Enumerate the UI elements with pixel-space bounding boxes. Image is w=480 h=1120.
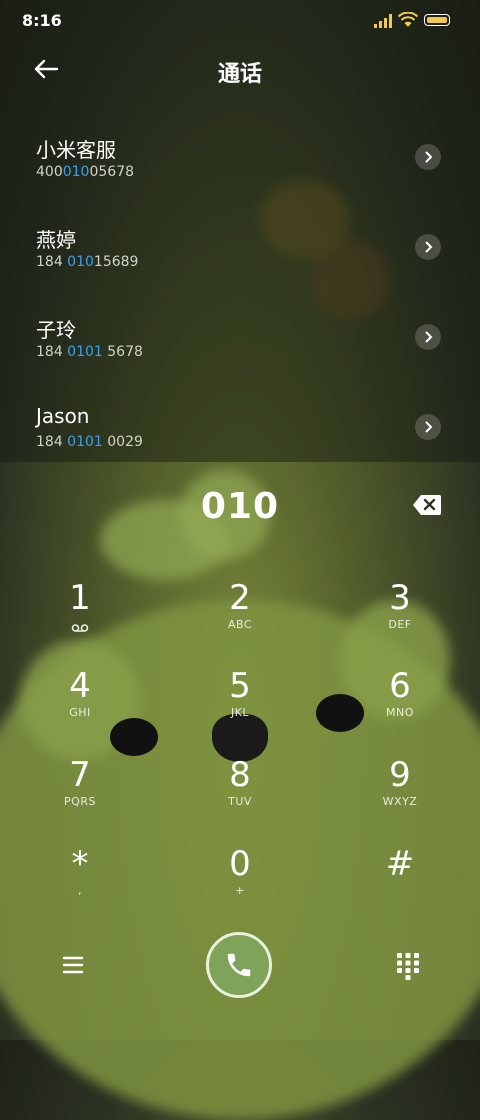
status-time: 8:16 [22, 11, 62, 30]
battery-icon [424, 14, 450, 26]
voicemail-icon [71, 624, 89, 632]
key-6[interactable]: 6 MNO [340, 666, 460, 746]
key-7[interactable]: 7 PQRS [20, 755, 140, 835]
status-bar: 8:16 [0, 0, 480, 40]
contact-item[interactable]: 小米客服 40001005678 [0, 122, 480, 202]
backspace-icon[interactable] [412, 494, 442, 516]
dial-input[interactable]: 010 [0, 486, 480, 527]
key-8[interactable]: 8 TUV [180, 755, 300, 835]
contact-item[interactable]: 子玲 184 0101 5678 [0, 302, 480, 382]
key-9[interactable]: 9 WXYZ [340, 755, 460, 835]
key-hash[interactable]: # [340, 844, 460, 924]
chevron-right-icon[interactable] [415, 324, 441, 350]
contact-item[interactable]: 燕婷 184 01015689 [0, 212, 480, 292]
key-2[interactable]: 2 ABC [180, 578, 300, 658]
key-star[interactable]: *, [20, 844, 140, 924]
contact-item[interactable]: Jason 184 0101 0029 [0, 392, 480, 472]
key-1[interactable]: 1 [20, 578, 140, 658]
key-0[interactable]: 0 + [180, 844, 300, 924]
contact-name: 小米客服 [36, 138, 116, 162]
keypad-icon[interactable] [396, 952, 420, 980]
chevron-right-icon[interactable] [415, 414, 441, 440]
contact-number: 184 0101 0029 [36, 434, 143, 450]
chevron-right-icon[interactable] [415, 144, 441, 170]
contact-name: Jason [36, 404, 90, 428]
contact-number: 184 01015689 [36, 254, 139, 270]
phone-icon [227, 953, 251, 977]
contact-name: 子玲 [36, 318, 76, 342]
menu-icon[interactable] [60, 952, 86, 978]
key-4[interactable]: 4 GHI [20, 666, 140, 746]
key-5[interactable]: 5 JKL [180, 666, 300, 746]
contact-number: 40001005678 [36, 164, 135, 180]
signal-icon [374, 14, 392, 28]
contact-number: 184 0101 5678 [36, 344, 143, 360]
page-title: 通话 [217, 62, 262, 87]
chevron-right-icon[interactable] [415, 234, 441, 260]
key-3[interactable]: 3 DEF [340, 578, 460, 658]
contact-name: 燕婷 [36, 228, 76, 252]
wifi-icon [398, 12, 418, 27]
call-button[interactable] [206, 932, 272, 998]
